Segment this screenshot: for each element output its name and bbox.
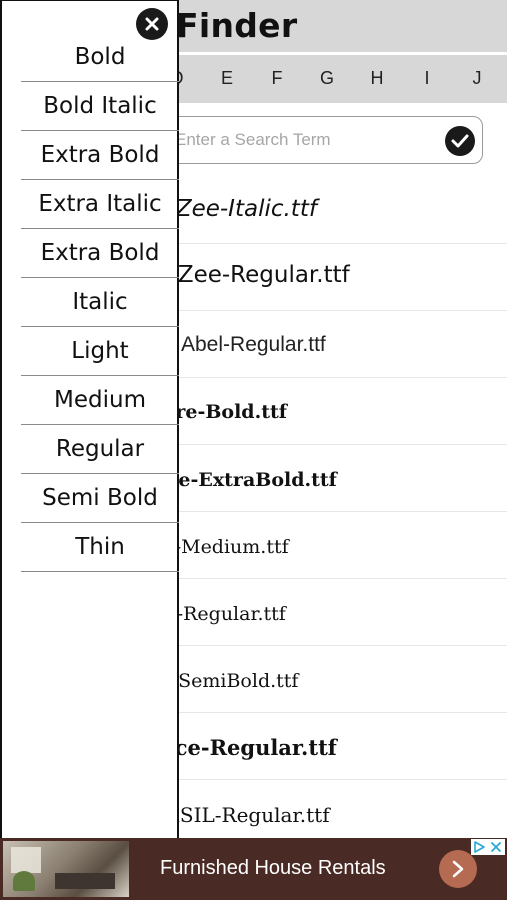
- letter-g[interactable]: G: [317, 68, 337, 89]
- chevron-right-icon: [452, 860, 464, 878]
- menu-item-semi-bold[interactable]: Semi Bold: [21, 474, 179, 523]
- menu-item-extra-bold-2[interactable]: Extra Bold: [21, 229, 179, 278]
- letter-i[interactable]: I: [417, 68, 437, 89]
- page-title: Finder: [176, 6, 298, 45]
- menu-item-bold-italic[interactable]: Bold Italic: [21, 82, 179, 131]
- ad-open-button[interactable]: [439, 850, 477, 888]
- adchoices-icon: [474, 841, 501, 853]
- adchoices-button[interactable]: [471, 839, 505, 855]
- search-box: [150, 116, 483, 164]
- search-submit-button[interactable]: [445, 126, 475, 156]
- close-icon: [145, 17, 159, 31]
- ad-image: [3, 841, 129, 897]
- menu-item-extra-italic[interactable]: Extra Italic: [21, 180, 179, 229]
- ad-text: Furnished House Rentals: [160, 857, 386, 879]
- letter-h[interactable]: H: [367, 68, 387, 89]
- menu-item-thin[interactable]: Thin: [21, 523, 179, 572]
- letter-j[interactable]: J: [467, 68, 487, 89]
- menu-item-medium[interactable]: Medium: [21, 376, 179, 425]
- checkmark-icon: [451, 134, 469, 148]
- search-input[interactable]: [175, 126, 435, 154]
- ad-banner[interactable]: Furnished House Rentals: [0, 838, 507, 900]
- menu-item-extra-bold[interactable]: Extra Bold: [21, 131, 179, 180]
- font-style-menu: Bold Bold Italic Extra Bold Extra Italic…: [0, 0, 179, 838]
- letter-f[interactable]: F: [267, 68, 287, 89]
- menu-item-light[interactable]: Light: [21, 327, 179, 376]
- menu-item-bold[interactable]: Bold: [21, 33, 179, 82]
- letter-e[interactable]: E: [217, 68, 237, 89]
- font-name: Abel-Regular.ttf: [181, 333, 326, 356]
- menu-item-regular[interactable]: Regular: [21, 425, 179, 474]
- menu-item-italic[interactable]: Italic: [21, 278, 179, 327]
